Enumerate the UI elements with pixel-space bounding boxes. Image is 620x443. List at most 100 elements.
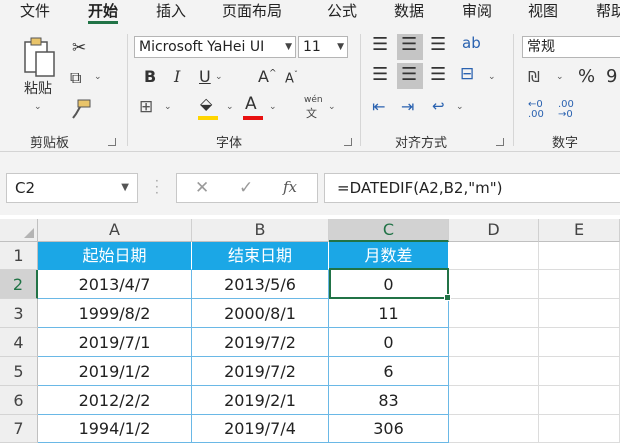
column-header-b[interactable]: B <box>192 219 329 242</box>
row-header-3[interactable]: 3 <box>0 299 38 328</box>
percent-style-button[interactable]: % <box>578 68 595 86</box>
row-header-6[interactable]: 6 <box>0 386 38 415</box>
table-cell[interactable]: 1994/1/2 <box>38 415 192 443</box>
clipboard-launcher-icon[interactable] <box>108 138 116 146</box>
empty-cell[interactable] <box>539 270 620 299</box>
table-cell[interactable]: 2019/7/2 <box>192 328 329 357</box>
phonetic-guide-bottom[interactable]: 文 <box>306 108 317 119</box>
font-color-button[interactable]: A <box>245 96 257 113</box>
italic-button[interactable]: I <box>174 69 180 85</box>
wrap-text-icon[interactable]: ↩ <box>432 99 445 114</box>
table-cell[interactable]: 2000/8/1 <box>192 299 329 328</box>
empty-cell[interactable] <box>449 386 539 415</box>
tab-help[interactable]: 帮助 <box>596 2 620 24</box>
tab-formulas[interactable]: 公式 <box>327 2 357 24</box>
grow-font-button[interactable]: A^ <box>258 69 277 85</box>
underline-dropdown-icon[interactable]: ⌄ <box>215 72 223 82</box>
align-left-icon[interactable]: ☰ <box>372 66 388 84</box>
borders-dropdown-icon[interactable]: ⌄ <box>164 102 172 112</box>
align-bottom-icon[interactable]: ☰ <box>430 36 446 54</box>
table-cell[interactable]: 1999/8/2 <box>38 299 192 328</box>
align-center-icon[interactable]: ☰ <box>401 66 417 84</box>
cancel-icon[interactable]: ✕ <box>195 178 209 198</box>
empty-cell[interactable] <box>539 299 620 328</box>
empty-cell[interactable] <box>539 328 620 357</box>
table-cell[interactable]: 6 <box>329 357 449 386</box>
cut-icon[interactable]: ✂ <box>72 40 86 57</box>
paste-icon[interactable] <box>22 36 58 82</box>
table-cell[interactable]: 2013/4/7 <box>38 270 192 299</box>
table-cell[interactable]: 83 <box>329 386 449 415</box>
shrink-font-button[interactable]: Aˇ <box>285 71 298 86</box>
column-header-c[interactable]: C <box>329 219 449 242</box>
format-painter-icon[interactable] <box>70 98 92 120</box>
decrease-decimal-icon[interactable]: .00 →0 <box>558 100 574 120</box>
row-header-1[interactable]: 1 <box>0 242 38 270</box>
paste-label[interactable]: 粘贴 <box>24 82 52 96</box>
column-header-d[interactable]: D <box>449 219 539 242</box>
empty-cell[interactable] <box>449 357 539 386</box>
phonetic-dropdown-icon[interactable]: ⌄ <box>328 102 336 112</box>
column-header-a[interactable]: A <box>38 219 192 242</box>
merge-center-icon[interactable]: ⊟ <box>460 66 474 83</box>
chevron-down-icon[interactable]: ▼ <box>121 174 129 202</box>
row-header-4[interactable]: 4 <box>0 328 38 357</box>
header-cell-end-date[interactable]: 结束日期 <box>192 242 329 270</box>
increase-decimal-icon[interactable]: ←0.00 <box>528 100 544 120</box>
fill-color-dropdown-icon[interactable]: ⌄ <box>226 102 234 112</box>
empty-cell[interactable] <box>539 386 620 415</box>
table-cell[interactable]: 11 <box>329 299 449 328</box>
bold-button[interactable]: B <box>144 69 156 85</box>
copy-dropdown-icon[interactable]: ⌄ <box>94 72 102 82</box>
table-cell[interactable]: 2013/5/6 <box>192 270 329 299</box>
empty-cell[interactable] <box>449 242 539 270</box>
empty-cell[interactable] <box>539 357 620 386</box>
copy-icon[interactable]: ⧉ <box>70 70 81 86</box>
font-color-dropdown-icon[interactable]: ⌄ <box>269 102 277 112</box>
column-header-e[interactable]: E <box>539 219 620 242</box>
empty-cell[interactable] <box>449 270 539 299</box>
align-top-icon[interactable]: ☰ <box>372 36 388 54</box>
header-cell-month-diff[interactable]: 月数差 <box>329 242 449 270</box>
row-header-7[interactable]: 7 <box>0 415 38 443</box>
table-cell[interactable]: 2019/7/2 <box>192 357 329 386</box>
alignment-settings-dropdown-icon[interactable]: ⌄ <box>456 102 464 112</box>
tab-review[interactable]: 审阅 <box>462 2 492 24</box>
font-name-combo[interactable]: Microsoft YaHei UI ▼ <box>134 36 296 58</box>
select-all-button[interactable] <box>0 219 38 242</box>
merge-dropdown-icon[interactable]: ⌄ <box>488 72 496 82</box>
accounting-format-icon[interactable]: ₪ <box>528 70 540 85</box>
fill-color-icon[interactable]: ⬙ <box>200 96 212 112</box>
tab-data[interactable]: 数据 <box>394 2 424 24</box>
underline-button[interactable]: U <box>199 69 211 85</box>
name-box[interactable]: C2 ▼ <box>6 173 138 203</box>
confirm-icon[interactable]: ✓ <box>239 178 253 198</box>
insert-function-button[interactable]: fx <box>283 178 297 196</box>
table-cell[interactable]: 0 <box>329 328 449 357</box>
header-cell-start-date[interactable]: 起始日期 <box>38 242 192 270</box>
empty-cell[interactable] <box>449 328 539 357</box>
table-cell[interactable]: 306 <box>329 415 449 443</box>
table-cell[interactable]: 2019/7/1 <box>38 328 192 357</box>
decrease-indent-icon[interactable]: ⇤ <box>372 99 385 115</box>
phonetic-guide-top[interactable]: wén <box>304 96 323 105</box>
empty-cell[interactable] <box>539 415 620 443</box>
comma-style-button[interactable]: 9 <box>606 68 617 86</box>
row-header-2[interactable]: 2 <box>0 270 38 299</box>
tab-home[interactable]: 开始 <box>88 2 119 24</box>
alignment-launcher-icon[interactable] <box>496 138 504 146</box>
active-cell-selection[interactable] <box>329 268 451 301</box>
font-launcher-icon[interactable] <box>344 138 352 146</box>
font-size-combo[interactable]: 11 ▼ <box>298 36 348 58</box>
borders-icon[interactable]: ⊞ <box>139 99 153 116</box>
formula-input[interactable]: =DATEDIF(A2,B2,"m") <box>324 173 620 203</box>
chevron-down-icon[interactable]: ▼ <box>337 37 344 57</box>
empty-cell[interactable] <box>449 415 539 443</box>
increase-indent-icon[interactable]: ⇥ <box>401 99 414 115</box>
tab-view[interactable]: 视图 <box>528 2 558 24</box>
tab-page-layout[interactable]: 页面布局 <box>222 2 282 24</box>
drag-handle-icon[interactable]: · · · <box>155 175 159 199</box>
orientation-icon[interactable]: ab <box>462 36 481 51</box>
empty-cell[interactable] <box>539 242 620 270</box>
empty-cell[interactable] <box>449 299 539 328</box>
